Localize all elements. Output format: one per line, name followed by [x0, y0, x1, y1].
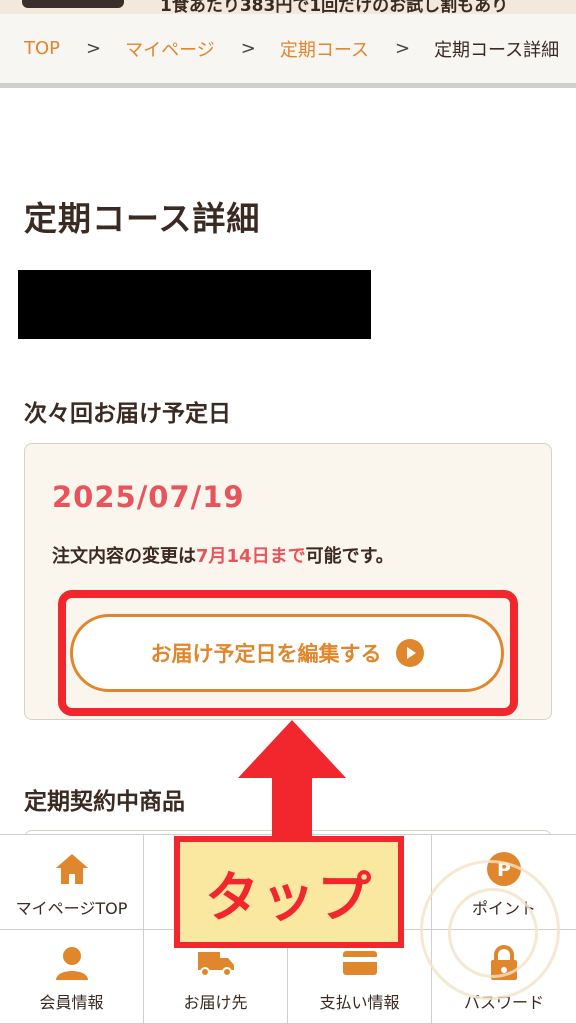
card-icon [340, 943, 380, 983]
breadcrumb: TOP > マイページ > 定期コース > 定期コース詳細 [0, 14, 576, 88]
nav-label: パスワード [463, 993, 544, 1012]
breadcrumb-separator: > [394, 38, 411, 59]
redacted-block [18, 270, 371, 339]
play-circle-icon [395, 639, 424, 667]
delivery-date-card: 2025/07/19 注文内容の変更は7月14日まで可能です。 お届け予定日を編… [24, 443, 552, 720]
breadcrumb-subscription[interactable]: 定期コース [280, 36, 369, 62]
home-icon [52, 849, 92, 889]
nav-label: 定期コース [175, 898, 256, 918]
nav-points[interactable]: P ポイント [432, 835, 576, 930]
truck-icon [196, 943, 236, 983]
promo-badge [22, 0, 124, 8]
user-icon [52, 943, 92, 983]
note-deadline: 7月14日まで [196, 546, 306, 567]
edit-delivery-date-button[interactable]: お届け予定日を編集する [70, 614, 504, 692]
page-title: 定期コース詳細 [24, 199, 261, 238]
nav-label: 支払い情報 [319, 993, 400, 1012]
next-delivery-heading: 次々回お届け予定日 [24, 401, 231, 427]
svg-text:P: P [497, 859, 511, 881]
nav-label: ポイント [471, 898, 536, 918]
edit-delivery-date-label: お届け予定日を編集する [150, 642, 382, 666]
lock-icon [484, 943, 524, 983]
nav-member-info[interactable]: 会員情報 [0, 929, 144, 1024]
note-suffix: 可能です。 [305, 546, 394, 567]
history-icon [340, 849, 380, 889]
promo-text: 1食あたり383円で1回だけのお試し割もあり [160, 0, 509, 14]
nav-order-history[interactable]: 注文履歴 [288, 835, 432, 930]
nav-delivery-address[interactable]: お届け先 [144, 929, 288, 1024]
nav-label: 注文履歴 [327, 898, 392, 918]
breadcrumb-top[interactable]: TOP [24, 38, 60, 59]
point-icon: P [484, 849, 524, 889]
calendar-icon [196, 849, 236, 889]
change-deadline-note: 注文内容の変更は7月14日まで可能です。 [52, 542, 394, 568]
promo-banner[interactable]: 1食あたり383円で1回だけのお試し割もあり [0, 0, 576, 14]
nav-label: 会員情報 [39, 993, 104, 1012]
nav-subscription[interactable]: 定期コース [144, 835, 288, 930]
note-prefix: 注文内容の変更は [52, 546, 196, 567]
breadcrumb-separator: > [240, 38, 256, 59]
nav-password[interactable]: パスワード [432, 930, 576, 1024]
arrow-up-icon [238, 720, 346, 844]
nav-mypage-top[interactable]: マイページTOP [0, 835, 144, 930]
breadcrumb-separator: > [86, 38, 102, 59]
products-heading: 定期契約中商品 [24, 789, 185, 815]
breadcrumb-mypage[interactable]: マイページ [125, 36, 215, 62]
nav-label: マイページTOP [15, 898, 128, 918]
bottom-nav: マイページTOP 定期コース 注文履歴 P ポイント 会員情報 お届け先 支払い… [0, 834, 576, 1024]
breadcrumb-current: 定期コース詳細 [434, 39, 560, 61]
nav-payment-info[interactable]: 支払い情報 [288, 929, 432, 1024]
nav-label: お届け先 [183, 993, 248, 1012]
next-delivery-date: 2025/07/19 [52, 480, 245, 514]
